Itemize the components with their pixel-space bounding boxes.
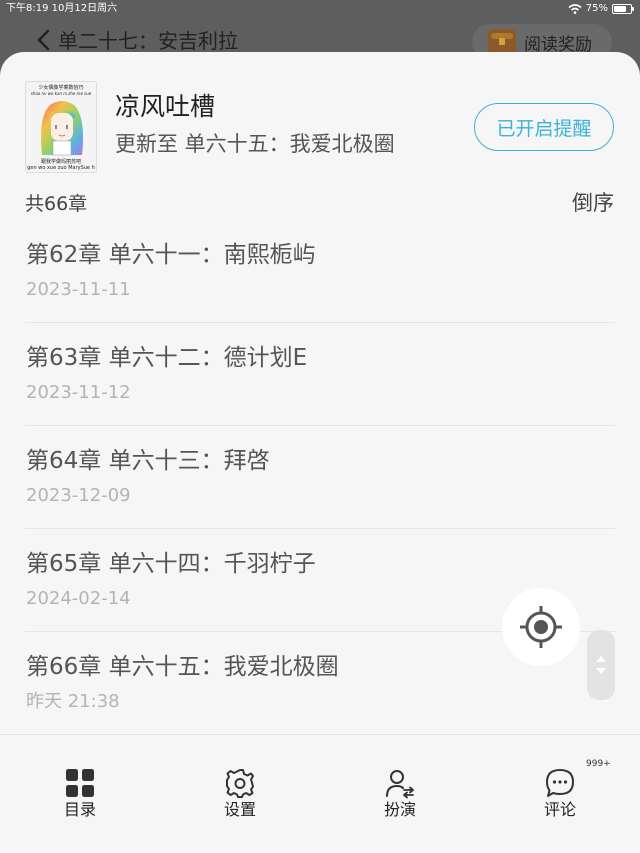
comment-bubble-icon (546, 769, 574, 797)
update-reminder-button[interactable]: 已开启提醒 (474, 103, 614, 151)
status-time-date: 下午8:19 10月12日周六 (6, 3, 118, 14)
cover-top-text: 少女偶像学乘数恰巧 (38, 85, 84, 91)
chapter-row[interactable]: 第64章 单六十三：拜啓 2023-12-09 (25, 426, 615, 529)
catalog-sheet: 少女偶像学乘数恰巧 shao nv wo kan ni zhe me sue 跟… (0, 52, 640, 853)
chapter-title: 第63章 单六十二：德计划E (26, 345, 308, 371)
chapter-date: 2023-12-09 (26, 485, 131, 506)
comment-count-badge: 999+ (586, 759, 611, 769)
cover-bottom-pinyin: gen wo xue zuo MarySue h (27, 165, 95, 171)
status-right-group: 75% (568, 0, 634, 18)
status-bar: 下午8:19 10月12日周六 75% (0, 0, 640, 18)
reading-reward-label: 阅读奖励 (524, 34, 592, 55)
chapter-date: 2023-11-11 (26, 279, 131, 300)
fast-scroll-handle[interactable] (587, 630, 615, 700)
scroll-down-arrow-icon (596, 668, 606, 674)
role-play-person-icon (386, 770, 414, 799)
wifi-icon (568, 4, 582, 14)
cover-girl-illustration (41, 101, 83, 156)
bottom-nav: 目录 设置 扮演 评论 999+ (0, 735, 640, 853)
back-chevron-icon[interactable] (34, 28, 54, 52)
chapter-row[interactable]: 第63章 单六十二：德计划E 2023-11-12 (25, 323, 615, 426)
chapter-date: 2023-11-12 (26, 382, 131, 403)
reader-chapter-title: 单二十七：安吉利拉 (58, 29, 238, 53)
chapter-count: 共66章 (25, 193, 88, 215)
book-update-status: 更新至 单六十五：我爱北极圈 (115, 132, 395, 156)
chapter-row[interactable]: 第62章 单六十一：南熙栀屿 2023-11-11 (25, 220, 615, 323)
battery-fill (614, 6, 626, 12)
battery-percent: 75% (585, 3, 608, 14)
cover-bottom-text: 跟我学做玛丽苏吧 (40, 159, 81, 165)
nav-catalog-label: 目录 (63, 800, 96, 819)
chapter-date: 2024-02-14 (26, 588, 131, 609)
nav-roleplay[interactable]: 扮演 (320, 735, 480, 853)
book-title: 凉风吐槽 (115, 92, 216, 121)
scroll-up-arrow-icon (596, 656, 606, 662)
chapter-date: 昨天 21:38 (26, 691, 120, 712)
locate-current-chapter-button[interactable] (502, 588, 580, 666)
nav-comments[interactable]: 评论 (480, 735, 640, 853)
nav-comments-label: 评论 (543, 800, 576, 819)
cover-sub-text: shao nv wo kan ni zhe me sue (30, 91, 92, 96)
catalog-grid-icon (66, 769, 94, 797)
chapter-title: 第62章 单六十一：南熙栀屿 (26, 242, 316, 268)
sort-order-toggle[interactable]: 倒序 (572, 190, 614, 216)
crosshair-target-icon (520, 606, 562, 648)
nav-settings[interactable]: 设置 (160, 735, 320, 853)
nav-catalog[interactable]: 目录 (0, 735, 160, 853)
chapter-title: 第64章 单六十三：拜啓 (26, 448, 270, 474)
nav-settings-label: 设置 (223, 800, 256, 819)
settings-gear-icon (226, 769, 254, 798)
battery-icon (612, 4, 634, 14)
chapter-title: 第66章 单六十五：我爱北极圈 (26, 654, 339, 680)
nav-roleplay-label: 扮演 (383, 800, 416, 819)
book-cover[interactable]: 少女偶像学乘数恰巧 shao nv wo kan ni zhe me sue 跟… (25, 81, 97, 173)
chapter-title: 第65章 单六十四：千羽柠子 (26, 551, 316, 577)
